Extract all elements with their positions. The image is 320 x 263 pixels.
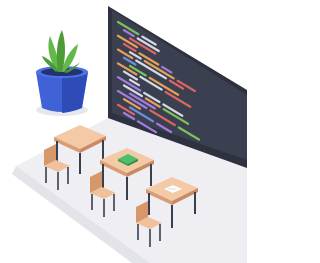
illustration-canvas: [12, 6, 247, 263]
potted-plant: [36, 30, 88, 116]
classroom-coding-illustration: [0, 0, 247, 263]
